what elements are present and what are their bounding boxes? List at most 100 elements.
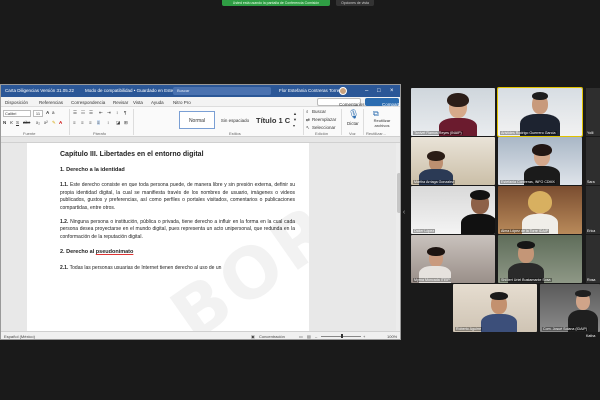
font-size-select[interactable]: 11 xyxy=(33,110,43,117)
participant-hair xyxy=(532,92,548,100)
print-layout-icon[interactable]: ▤ xyxy=(307,334,311,339)
participant-tile[interactable]: Didier López xyxy=(411,186,495,234)
screen-share-banner[interactable]: Usted está usando la pantalla de Confere… xyxy=(222,0,330,6)
seleccionar-button[interactable]: Seleccionar xyxy=(312,125,336,130)
reemplazar-button[interactable]: Reemplazar xyxy=(312,117,336,122)
focus-mode-button[interactable]: Concentración xyxy=(259,334,285,339)
participant-tile[interactable]: Estefania Contreras, INFO CDMX xyxy=(498,137,582,185)
document-page[interactable]: Capítulo III. Libertades en el entorno d… xyxy=(27,143,309,333)
vertical-scrollbar[interactable] xyxy=(396,143,400,333)
participant-tile[interactable]: Com. Josué Solana (IDAIP) xyxy=(540,284,600,332)
participant-tile-partial[interactable]: Yolli xyxy=(586,88,600,136)
group-label-estilos: Estilos xyxy=(229,131,241,136)
participant-tile-partial[interactable]: Sara xyxy=(586,137,600,185)
language-status[interactable]: Español (México) xyxy=(4,334,35,339)
font-color-icon[interactable]: A xyxy=(59,120,62,125)
style-normal[interactable]: Normal xyxy=(179,111,215,129)
participant-tile[interactable]: Tanivet Ramos Reyes (INAIP) xyxy=(411,88,495,136)
chapter-heading: Capítulo III. Libertades en el entorno d… xyxy=(60,151,204,158)
status-bar: Español (México) ▣ Concentración ▭ ▤ – +… xyxy=(1,331,400,339)
shading-icon[interactable]: ◪ xyxy=(116,120,120,126)
zoom-slider-thumb[interactable] xyxy=(341,334,343,338)
microphone-icon[interactable]: 🎙 xyxy=(348,109,359,120)
focus-icon[interactable]: ▣ xyxy=(251,334,255,339)
styles-scroll-down-icon[interactable]: ▼ xyxy=(293,117,297,122)
numbering-icon[interactable]: ☷ xyxy=(81,110,85,116)
borders-icon[interactable]: ⊞ xyxy=(124,120,128,126)
compartir-button[interactable]: Compartir xyxy=(365,98,400,107)
bullets-icon[interactable]: ☰ xyxy=(73,110,77,116)
participant-name: Alma López de la Torre IDAIP xyxy=(500,229,550,233)
account-avatar[interactable] xyxy=(339,87,347,95)
highlight-icon[interactable]: ✎ xyxy=(52,120,56,126)
zoom-out-icon[interactable]: – xyxy=(315,334,317,339)
zoom-level[interactable]: 100% xyxy=(387,334,397,339)
tab-correspondencia[interactable]: Correspondencia xyxy=(71,100,105,105)
participant-name: Didier López xyxy=(413,229,436,233)
shrink-font-icon[interactable]: a xyxy=(52,110,55,115)
font-name-select[interactable]: Calibri xyxy=(3,110,31,117)
align-center-icon[interactable]: ≡ xyxy=(81,120,84,125)
justify-icon[interactable]: ≡ xyxy=(97,120,100,125)
sort-icon[interactable]: ↕ xyxy=(116,110,118,115)
maximize-icon[interactable]: □ xyxy=(377,88,381,94)
participant-name: Martha Arriaga Gonzalez xyxy=(413,180,455,184)
ribbon-divider xyxy=(363,109,364,135)
zoom-in-icon[interactable]: + xyxy=(363,334,365,339)
account-name[interactable]: Flor Estefania Contreras Torres xyxy=(279,88,341,93)
grow-font-icon[interactable]: A xyxy=(46,110,49,115)
participant-tile-active-speaker[interactable]: Aristides Rodrigo Guerrero García xyxy=(497,87,583,137)
tab-referencias[interactable]: Referencias xyxy=(39,100,63,105)
participant-hair xyxy=(470,190,490,200)
participant-tile[interactable]: Myrna Moncada ITEIP xyxy=(411,235,495,283)
italic-icon[interactable]: K xyxy=(10,120,13,125)
gallery-scroll-left-icon[interactable]: ‹ xyxy=(401,205,407,221)
participant-tile-partial[interactable]: Rosa xyxy=(586,235,600,283)
show-formatting-icon[interactable]: ¶ xyxy=(124,110,126,115)
superscript-icon[interactable]: x² xyxy=(44,120,48,125)
style-titulo-1[interactable]: Título 1 Cz xyxy=(255,111,291,129)
underline-icon[interactable]: S xyxy=(16,120,19,125)
style-titulo-1-label: Título 1 Cz xyxy=(256,116,291,125)
group-label-reutilizar: Reutilizar... xyxy=(366,131,386,136)
subscript-icon[interactable]: x₂ xyxy=(36,120,40,125)
decrease-indent-icon[interactable]: ⇤ xyxy=(99,110,103,116)
close-icon[interactable]: × xyxy=(390,88,394,94)
participant-name-partial: Katha xyxy=(586,334,596,338)
participant-tile[interactable]: Martha Arriaga Gonzalez xyxy=(411,137,495,185)
strikethrough-icon[interactable]: abc xyxy=(23,120,30,125)
styles-more-icon[interactable]: ▾ xyxy=(293,123,295,128)
word-search-box[interactable]: Buscar xyxy=(173,87,271,95)
document-title: Carta Diligencias Versión 31.05.22 xyxy=(5,88,75,93)
comentarios-button[interactable]: Comentarios xyxy=(317,98,365,107)
document-canvas[interactable]: Capítulo III. Libertades en el entorno d… xyxy=(1,143,400,333)
view-options-button[interactable]: Opciones de vista xyxy=(336,0,374,6)
tab-ayuda[interactable]: Ayuda xyxy=(151,100,164,105)
multilevel-list-icon[interactable]: ☰ xyxy=(89,110,93,116)
read-mode-icon[interactable]: ▭ xyxy=(299,334,303,339)
tab-vista[interactable]: Vista xyxy=(133,100,143,105)
section-heading-2-text: 2. Derecho al xyxy=(60,249,96,256)
misspelled-word: pseudonimato xyxy=(95,249,134,256)
word-window: Carta Diligencias Versión 31.05.22 Modo … xyxy=(0,84,401,340)
tab-disposicion[interactable]: Disposición xyxy=(5,100,28,105)
minimize-icon[interactable]: – xyxy=(365,88,368,94)
reutilizar-archivos-button[interactable]: Reutilizar archivos xyxy=(367,118,397,128)
participant-tile[interactable]: Roberto Aguirre xyxy=(453,284,537,332)
align-left-icon[interactable]: ≡ xyxy=(73,120,76,125)
participant-tile-partial[interactable]: Erica xyxy=(586,186,600,234)
participant-tile[interactable]: Alma López de la Torre IDAIP xyxy=(498,186,582,234)
increase-indent-icon[interactable]: ⇥ xyxy=(107,110,111,116)
tab-revisar[interactable]: Revisar xyxy=(113,100,128,105)
align-right-icon[interactable]: ≡ xyxy=(89,120,92,125)
select-icon: ↖ xyxy=(306,125,310,130)
styles-scroll-up-icon[interactable]: ▲ xyxy=(293,111,297,116)
line-spacing-icon[interactable]: ↕ xyxy=(107,120,109,125)
tab-nitro-pro[interactable]: Nitro Pro xyxy=(173,100,191,105)
ribbon-divider xyxy=(341,109,342,135)
dictar-button[interactable]: Dictar xyxy=(347,121,359,126)
style-sin-espaciado[interactable]: Sin espaciado xyxy=(217,111,253,129)
participant-tile[interactable]: Shilliert Uriel Bustamante Sosa xyxy=(498,235,582,283)
buscar-button[interactable]: Buscar xyxy=(312,109,326,114)
bold-icon[interactable]: N xyxy=(3,120,6,125)
